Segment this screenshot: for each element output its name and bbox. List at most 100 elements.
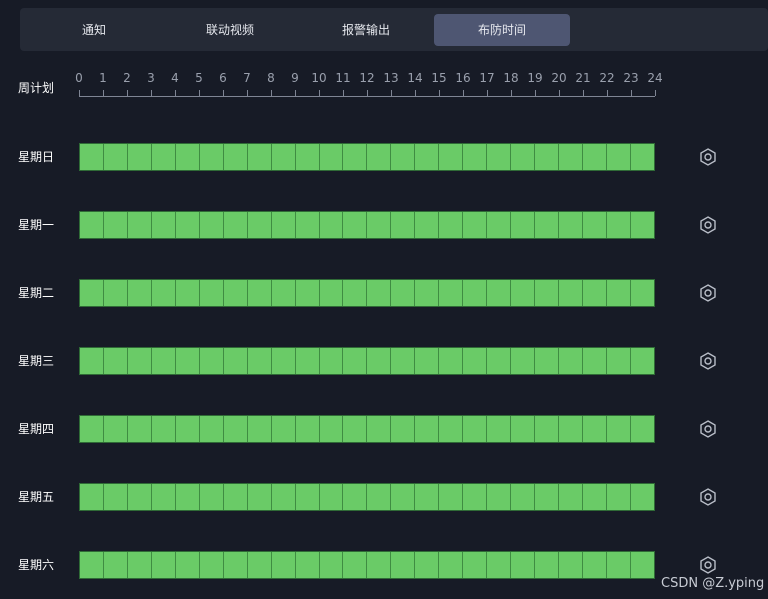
hour-cell[interactable] [415, 280, 440, 306]
hour-cell[interactable] [175, 212, 200, 238]
tab-linked-video[interactable]: 联动视频 [162, 14, 298, 46]
hour-cell[interactable] [391, 280, 416, 306]
day-schedule-bar[interactable] [79, 483, 655, 511]
hour-cell[interactable] [606, 484, 631, 510]
hour-cell[interactable] [247, 348, 272, 374]
hour-cell[interactable] [223, 484, 248, 510]
hour-cell[interactable] [80, 144, 104, 170]
hour-cell[interactable] [175, 348, 200, 374]
hour-cell[interactable] [606, 416, 631, 442]
hour-cell[interactable] [103, 416, 128, 442]
hour-cell[interactable] [295, 552, 320, 578]
hour-cell[interactable] [103, 552, 128, 578]
hour-cell[interactable] [80, 212, 104, 238]
hour-cell[interactable] [630, 212, 654, 238]
hour-cell[interactable] [367, 144, 392, 170]
hour-cell[interactable] [511, 212, 536, 238]
hour-cell[interactable] [367, 484, 392, 510]
hour-cell[interactable] [175, 416, 200, 442]
day-schedule-bar[interactable] [79, 551, 655, 579]
hour-cell[interactable] [103, 280, 128, 306]
hour-cell[interactable] [223, 144, 248, 170]
hour-cell[interactable] [463, 484, 488, 510]
hour-cell[interactable] [295, 280, 320, 306]
hour-cell[interactable] [439, 212, 464, 238]
hour-cell[interactable] [247, 484, 272, 510]
hour-cell[interactable] [415, 212, 440, 238]
hour-cell[interactable] [511, 280, 536, 306]
hour-cell[interactable] [127, 144, 152, 170]
hour-cell[interactable] [223, 280, 248, 306]
hour-cell[interactable] [319, 484, 344, 510]
hour-cell[interactable] [391, 416, 416, 442]
hour-cell[interactable] [127, 280, 152, 306]
gear-icon[interactable] [698, 283, 718, 303]
hour-cell[interactable] [439, 416, 464, 442]
hour-cell[interactable] [583, 348, 607, 374]
hour-cell[interactable] [199, 416, 224, 442]
hour-cell[interactable] [391, 484, 416, 510]
hour-cell[interactable] [199, 144, 224, 170]
hour-cell[interactable] [391, 348, 416, 374]
hour-cell[interactable] [583, 552, 607, 578]
hour-cell[interactable] [535, 212, 560, 238]
hour-cell[interactable] [319, 144, 344, 170]
hour-cell[interactable] [535, 280, 560, 306]
hour-cell[interactable] [439, 280, 464, 306]
hour-cell[interactable] [606, 144, 631, 170]
hour-cell[interactable] [319, 212, 344, 238]
hour-cell[interactable] [630, 552, 654, 578]
hour-cell[interactable] [606, 280, 631, 306]
hour-cell[interactable] [295, 484, 320, 510]
hour-cell[interactable] [127, 348, 152, 374]
hour-cell[interactable] [463, 552, 488, 578]
hour-cell[interactable] [103, 144, 128, 170]
hour-cell[interactable] [223, 552, 248, 578]
hour-cell[interactable] [415, 144, 440, 170]
hour-cell[interactable] [511, 348, 536, 374]
hour-cell[interactable] [439, 552, 464, 578]
hour-cell[interactable] [199, 212, 224, 238]
hour-cell[interactable] [343, 416, 368, 442]
hour-cell[interactable] [319, 280, 344, 306]
hour-cell[interactable] [630, 348, 654, 374]
hour-cell[interactable] [151, 552, 176, 578]
hour-cell[interactable] [487, 348, 512, 374]
hour-cell[interactable] [199, 348, 224, 374]
hour-cell[interactable] [606, 348, 631, 374]
hour-cell[interactable] [367, 280, 392, 306]
hour-cell[interactable] [175, 144, 200, 170]
hour-cell[interactable] [583, 144, 607, 170]
hour-cell[interactable] [247, 416, 272, 442]
tab-alarm-output[interactable]: 报警输出 [298, 14, 434, 46]
hour-cell[interactable] [271, 416, 296, 442]
hour-cell[interactable] [487, 552, 512, 578]
hour-cell[interactable] [463, 280, 488, 306]
gear-icon[interactable] [698, 351, 718, 371]
gear-icon[interactable] [698, 419, 718, 439]
hour-cell[interactable] [127, 552, 152, 578]
hour-cell[interactable] [151, 280, 176, 306]
hour-cell[interactable] [343, 280, 368, 306]
day-schedule-bar[interactable] [79, 143, 655, 171]
hour-cell[interactable] [487, 212, 512, 238]
day-schedule-bar[interactable] [79, 279, 655, 307]
gear-icon[interactable] [698, 147, 718, 167]
gear-icon[interactable] [698, 555, 718, 575]
hour-cell[interactable] [415, 484, 440, 510]
hour-cell[interactable] [295, 212, 320, 238]
hour-cell[interactable] [487, 416, 512, 442]
hour-cell[interactable] [559, 552, 584, 578]
hour-cell[interactable] [415, 348, 440, 374]
day-schedule-bar[interactable] [79, 211, 655, 239]
hour-cell[interactable] [559, 348, 584, 374]
hour-cell[interactable] [199, 280, 224, 306]
hour-cell[interactable] [103, 484, 128, 510]
hour-cell[interactable] [151, 484, 176, 510]
hour-cell[interactable] [415, 416, 440, 442]
hour-cell[interactable] [535, 144, 560, 170]
hour-cell[interactable] [199, 484, 224, 510]
hour-cell[interactable] [367, 212, 392, 238]
hour-cell[interactable] [391, 212, 416, 238]
hour-cell[interactable] [295, 144, 320, 170]
